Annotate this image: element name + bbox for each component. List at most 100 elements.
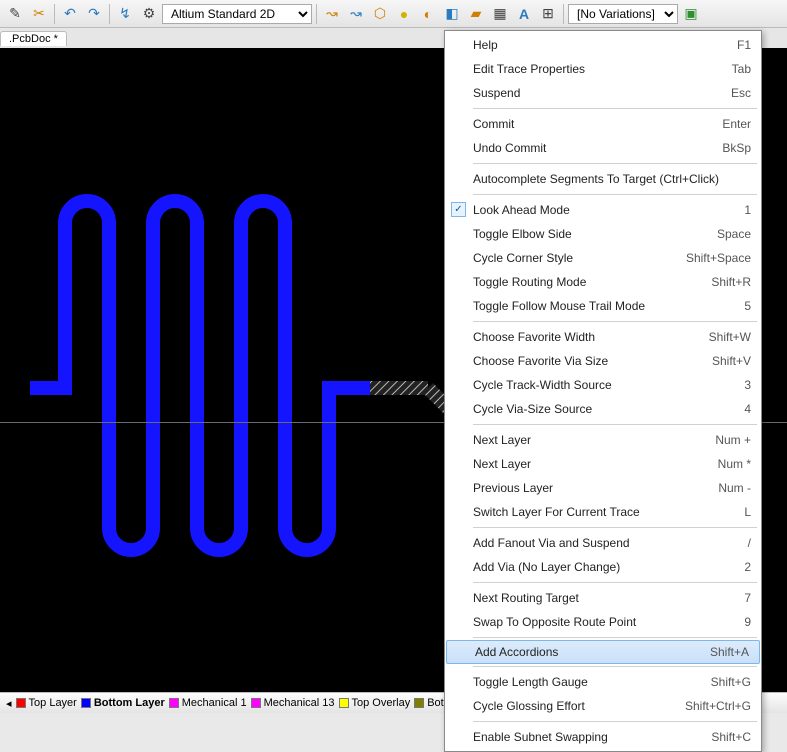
menu-item-label: Next Layer	[473, 433, 703, 447]
menu-item[interactable]: ✓Look Ahead Mode1	[445, 198, 761, 222]
menu-item-accel: 5	[744, 299, 751, 313]
menu-item-label: Add Accordions	[475, 645, 698, 659]
menu-item[interactable]: Help F1	[445, 33, 761, 57]
menu-item-accel: L	[744, 505, 751, 519]
menu-item-accel: Shift+Space	[686, 251, 751, 265]
menu-item[interactable]: Commit Enter	[445, 112, 761, 136]
menu-item[interactable]: Cycle Track-Width Source3	[445, 373, 761, 397]
menu-item-label: Previous Layer	[473, 481, 706, 495]
menu-item[interactable]: Cycle Corner Style Shift+Space	[445, 246, 761, 270]
main-toolbar: ✎ ✂ ↶ ↷ ↯ ⚙ Altium Standard 2D ↝ ↝ ⬡ ● ◐…	[0, 0, 787, 28]
menu-item[interactable]: Autocomplete Segments To Target (Ctrl+Cl…	[445, 167, 761, 191]
menu-item[interactable]: Toggle Elbow SideSpace	[445, 222, 761, 246]
redo-icon[interactable]: ↷	[83, 3, 105, 25]
variations-select[interactable]: [No Variations]	[568, 4, 678, 24]
menu-item[interactable]: Cycle Glossing EffortShift+Ctrl+G	[445, 694, 761, 718]
menu-item-accel: F1	[737, 38, 751, 52]
menu-item[interactable]: Cycle Via-Size Source4	[445, 397, 761, 421]
via-icon[interactable]: ⬡	[369, 3, 391, 25]
menu-item-label: Enable Subnet Swapping	[473, 730, 699, 744]
menu-item[interactable]: Choose Favorite Via Size Shift+V	[445, 349, 761, 373]
region-icon[interactable]: ▦	[489, 3, 511, 25]
menu-item-label: Next Layer	[473, 457, 706, 471]
undo-icon[interactable]: ↶	[59, 3, 81, 25]
menu-item[interactable]: Undo Commit BkSp	[445, 136, 761, 160]
menu-item-label: Swap To Opposite Route Point	[473, 615, 732, 629]
menu-item-label: Switch Layer For Current Trace	[473, 505, 732, 519]
menu-item[interactable]: Previous Layer Num -	[445, 476, 761, 500]
arc-icon[interactable]: ◐	[417, 3, 439, 25]
menu-item-label: Help	[473, 38, 725, 52]
menu-separator	[473, 582, 757, 583]
menu-item[interactable]: Suspend Esc	[445, 81, 761, 105]
menu-item[interactable]: Toggle Routing Mode Shift+R	[445, 270, 761, 294]
layer-tab[interactable]: Top Layer	[16, 697, 77, 709]
menu-item[interactable]: Enable Subnet Swapping Shift+C	[445, 725, 761, 749]
menu-item-label: Toggle Elbow Side	[473, 227, 705, 241]
menu-item-accel: Esc	[731, 86, 751, 100]
menu-item-label: Add Fanout Via and Suspend	[473, 536, 736, 550]
pad-icon[interactable]: ●	[393, 3, 415, 25]
dim-icon[interactable]: ⊞	[537, 3, 559, 25]
route-tool-icon[interactable]: ↝	[321, 3, 343, 25]
menu-item[interactable]: Toggle Follow Mouse Trail Mode5	[445, 294, 761, 318]
menu-item-label: Cycle Corner Style	[473, 251, 674, 265]
menu-item-accel: Shift+G	[711, 675, 751, 689]
menu-item-label: Choose Favorite Via Size	[473, 354, 700, 368]
menu-item-label: Autocomplete Segments To Target (Ctrl+Cl…	[473, 172, 751, 186]
menu-item-accel: Shift+C	[711, 730, 751, 744]
layer-tab[interactable]: Top Overlay	[339, 697, 411, 709]
menu-separator	[473, 527, 757, 528]
menu-separator	[473, 721, 757, 722]
menu-item[interactable]: Add Fanout Via and Suspend/	[445, 531, 761, 555]
layer-tab[interactable]: Mechanical 13	[251, 697, 335, 709]
settings-icon[interactable]: ⚙	[138, 3, 160, 25]
menu-item[interactable]: Toggle Length Gauge Shift+G	[445, 670, 761, 694]
menu-item-label: Toggle Length Gauge	[473, 675, 699, 689]
menu-item[interactable]: Add Via (No Layer Change)2	[445, 555, 761, 579]
menu-item-accel: BkSp	[722, 141, 751, 155]
menu-item-accel: Shift+Ctrl+G	[685, 699, 751, 713]
menu-item-label: Commit	[473, 117, 710, 131]
text-icon[interactable]: A	[513, 3, 535, 25]
route-icon[interactable]: ↯	[114, 3, 136, 25]
menu-item[interactable]: Next LayerNum *	[445, 452, 761, 476]
menu-item-accel: Shift+V	[712, 354, 751, 368]
menu-item[interactable]: Add AccordionsShift+A	[446, 640, 760, 664]
menu-separator	[473, 163, 757, 164]
menu-item[interactable]: Switch Layer For Current Trace L	[445, 500, 761, 524]
menu-item-accel: Num -	[718, 481, 751, 495]
menu-item-accel: Shift+W	[709, 330, 751, 344]
menu-separator	[473, 637, 757, 638]
menu-item[interactable]: Edit Trace PropertiesTab	[445, 57, 761, 81]
menu-item-label: Edit Trace Properties	[473, 62, 720, 76]
menu-item-label: Undo Commit	[473, 141, 710, 155]
menu-item-label: Suspend	[473, 86, 719, 100]
menu-item[interactable]: Next Layer Num +	[445, 428, 761, 452]
view-mode-select[interactable]: Altium Standard 2D	[162, 4, 312, 24]
menu-separator	[473, 321, 757, 322]
doc-tab[interactable]: .PcbDoc *	[0, 31, 67, 46]
menu-item-label: Look Ahead Mode	[473, 203, 732, 217]
menu-item[interactable]: Choose Favorite WidthShift+W	[445, 325, 761, 349]
fill-icon[interactable]: ◧	[441, 3, 463, 25]
cut-icon[interactable]: ✂	[28, 3, 50, 25]
menu-separator	[473, 424, 757, 425]
menu-item-accel: 1	[744, 203, 751, 217]
tool-icon[interactable]: ✎	[4, 3, 26, 25]
menu-separator	[473, 666, 757, 667]
route2-icon[interactable]: ↝	[345, 3, 367, 25]
menu-item-accel: Num +	[715, 433, 751, 447]
menu-item-accel: Shift+R	[711, 275, 751, 289]
layer-tab[interactable]: Bottom Layer	[81, 697, 165, 709]
menu-item-label: Toggle Routing Mode	[473, 275, 699, 289]
board-icon[interactable]: ▣	[680, 3, 702, 25]
menu-item-accel: 4	[744, 402, 751, 416]
layer-scroll-left-icon[interactable]: ◂	[6, 697, 12, 710]
menu-item-accel: Enter	[722, 117, 751, 131]
menu-item[interactable]: Swap To Opposite Route Point 9	[445, 610, 761, 634]
layer-tab[interactable]: Mechanical 1	[169, 697, 247, 709]
poly-icon[interactable]: ▰	[465, 3, 487, 25]
menu-item-accel: 9	[744, 615, 751, 629]
menu-item[interactable]: Next Routing Target7	[445, 586, 761, 610]
